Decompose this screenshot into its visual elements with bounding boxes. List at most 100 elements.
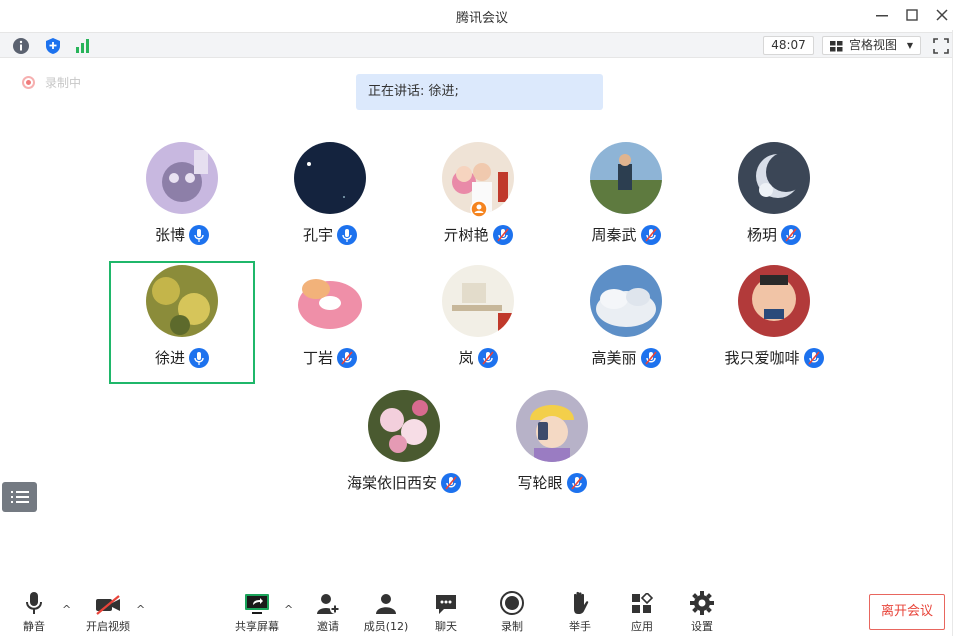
grid-view-icon — [830, 41, 843, 52]
participant-tile[interactable]: 杨玥 — [701, 138, 847, 261]
side-panel-edge — [952, 30, 964, 636]
invite-label: 邀请 — [317, 620, 339, 633]
participant-name: 孔宇 — [302, 226, 333, 244]
avatar — [738, 265, 810, 337]
view-switch-button[interactable]: 宫格视图 ▼ — [822, 36, 921, 55]
info-icon[interactable] — [12, 37, 30, 55]
close-icon[interactable] — [930, 5, 954, 25]
chat-icon — [436, 595, 456, 614]
avatar — [590, 142, 662, 214]
chevron-up-icon[interactable]: ^ — [284, 603, 293, 616]
mic-muted-icon — [566, 472, 587, 493]
participant-tile[interactable]: 周秦武 — [553, 138, 699, 261]
recording-indicator: 录制中 — [22, 74, 81, 91]
mic-muted-icon — [337, 347, 357, 368]
host-badge-icon — [470, 200, 488, 218]
members-button[interactable]: 成员(12) — [362, 585, 410, 636]
avatar — [738, 142, 810, 214]
fullscreen-icon[interactable] — [932, 37, 950, 55]
invite-icon — [317, 594, 340, 614]
avatar — [368, 390, 440, 462]
list-menu-icon[interactable] — [2, 482, 37, 512]
participant-name: 岚 — [458, 349, 474, 367]
video-label: 开启视频 — [86, 620, 130, 633]
chevron-up-icon[interactable]: ^ — [62, 603, 71, 616]
recording-dot-icon — [22, 76, 35, 89]
participant-tile[interactable]: 我只爱咖啡 — [701, 261, 847, 384]
mic-muted-icon — [477, 347, 498, 368]
avatar — [146, 142, 218, 214]
avatar — [442, 265, 514, 337]
avatar — [294, 265, 366, 337]
meeting-timer: 48:07 — [763, 36, 814, 55]
signal-icon[interactable] — [74, 37, 92, 55]
mic-muted-icon — [640, 347, 661, 368]
title-bar: 腾讯会议 — [0, 0, 964, 30]
chat-button[interactable]: 聊天 — [428, 585, 464, 636]
record-label: 录制 — [501, 620, 523, 633]
meeting-info-bar: 48:07 宫格视图 ▼ — [0, 32, 952, 58]
participant-tile[interactable]: 高美丽 — [553, 261, 699, 384]
participant-name: 周秦武 — [591, 226, 637, 244]
raise-hand-label: 举手 — [569, 620, 591, 633]
participant-name: 杨玥 — [746, 226, 777, 244]
mic-muted-icon — [640, 224, 661, 245]
participant-name: 丁岩 — [302, 349, 333, 367]
invite-button[interactable]: 邀请 — [308, 585, 348, 636]
mic-icon — [189, 224, 209, 245]
participant-tile[interactable]: 张博 — [109, 138, 255, 261]
participant-tile[interactable]: 亓树艳 — [405, 138, 551, 261]
chevron-down-icon: ▼ — [906, 41, 913, 50]
leave-meeting-button[interactable]: 离开会议 — [869, 594, 945, 630]
participant-name: 张博 — [154, 226, 185, 244]
mic-muted-icon — [492, 224, 513, 245]
apps-button[interactable]: 应用 — [624, 585, 660, 636]
minimize-icon[interactable] — [870, 5, 894, 25]
mute-button[interactable]: 静音 — [14, 585, 54, 636]
participant-name: 写轮眼 — [517, 474, 563, 492]
share-screen-button[interactable]: 共享屏幕 — [232, 585, 282, 636]
video-button[interactable]: 开启视频 — [84, 585, 132, 636]
participant-name: 高美丽 — [591, 349, 637, 367]
participant-tile-active-speaker[interactable]: 徐进 — [109, 261, 255, 384]
mic-icon — [26, 592, 42, 614]
members-label: 成员(12) — [363, 620, 409, 633]
avatar — [294, 142, 366, 214]
participant-name: 海棠依旧西安 — [346, 474, 437, 492]
participant-tile[interactable]: 孔宇 — [257, 138, 403, 261]
share-screen-label: 共享屏幕 — [235, 620, 279, 633]
participant-name: 我只爱咖啡 — [724, 349, 800, 367]
avatar — [516, 390, 588, 462]
video-off-icon — [96, 595, 120, 615]
record-icon — [500, 591, 524, 615]
participant-tile[interactable]: 海棠依旧西安 — [331, 386, 477, 509]
mic-muted-icon — [441, 472, 461, 493]
chat-label: 聊天 — [435, 620, 457, 633]
record-button[interactable]: 录制 — [494, 585, 530, 636]
meeting-toolbar: 静音 ^ 开启视频 ^ 共享屏幕 ^ 邀请 成员(12) 聊天 录制 举手 应用… — [0, 585, 952, 636]
mic-muted-icon — [803, 347, 824, 368]
settings-label: 设置 — [691, 620, 713, 633]
raise-hand-button[interactable]: 举手 — [562, 585, 598, 636]
mic-muted-icon — [781, 224, 801, 245]
window-title: 腾讯会议 — [455, 11, 508, 26]
members-icon — [376, 594, 396, 614]
chevron-up-icon[interactable]: ^ — [136, 603, 145, 616]
avatar — [590, 265, 662, 337]
participant-tile[interactable]: 丁岩 — [257, 261, 403, 384]
shield-icon[interactable] — [44, 37, 62, 55]
mic-icon — [189, 347, 209, 368]
share-screen-icon — [245, 594, 269, 614]
maximize-icon[interactable] — [900, 5, 924, 25]
apps-label: 应用 — [631, 620, 653, 633]
participant-name: 徐进 — [154, 349, 185, 367]
participant-tile[interactable]: 岚 — [405, 261, 551, 384]
raise-hand-icon — [574, 591, 589, 614]
participant-tile[interactable]: 写轮眼 — [479, 386, 625, 509]
view-switch-label: 宫格视图 — [849, 38, 898, 52]
mic-icon — [337, 224, 357, 245]
apps-icon — [632, 593, 653, 613]
speaking-banner: 正在讲话: 徐进; — [356, 74, 603, 110]
settings-button[interactable]: 设置 — [684, 585, 720, 636]
settings-icon — [690, 591, 714, 615]
